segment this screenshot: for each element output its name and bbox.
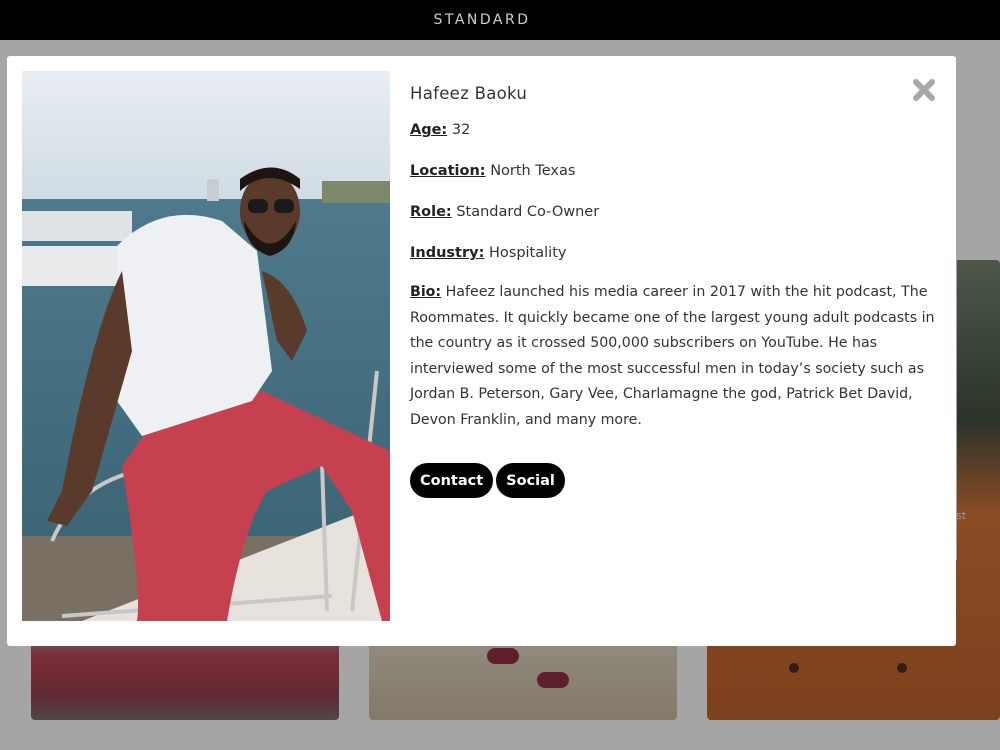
age-value: 32 <box>451 122 471 138</box>
profile-name: Hafeez Baoku <box>410 84 528 103</box>
contact-button[interactable]: Contact <box>410 463 494 498</box>
role-field: Role: Standard Co-Owner <box>410 203 945 221</box>
brand-logo-text[interactable]: STANDARD <box>433 12 530 28</box>
industry-value: Hospitality <box>489 245 567 261</box>
top-nav-bar: STANDARD <box>0 0 1000 40</box>
location-field: Location: North Texas <box>410 162 945 180</box>
profile-info: Hafeez Baoku Age: 32 Location: North Tex… <box>410 84 945 433</box>
action-buttons: Contact Social <box>410 463 565 498</box>
location-label: Location: <box>410 163 486 179</box>
bio-label: Bio: <box>410 284 442 300</box>
profile-photo <box>22 71 390 621</box>
age-label: Age: <box>410 122 448 138</box>
profile-modal: Hafeez Baoku Age: 32 Location: North Tex… <box>7 56 956 646</box>
industry-label: Industry: <box>410 245 485 261</box>
location-value: North Texas <box>490 163 576 179</box>
role-label: Role: <box>410 204 452 220</box>
social-button[interactable]: Social <box>496 463 565 498</box>
industry-field: Industry: Hospitality <box>410 244 945 262</box>
role-value: Standard Co-Owner <box>456 204 600 220</box>
bio-section: Bio: Hafeez launched his media career in… <box>410 280 945 433</box>
background-caption: st <box>956 509 967 522</box>
age-field: Age: 32 <box>410 121 945 139</box>
bio-text: Hafeez launched his media career in 2017… <box>410 284 935 428</box>
